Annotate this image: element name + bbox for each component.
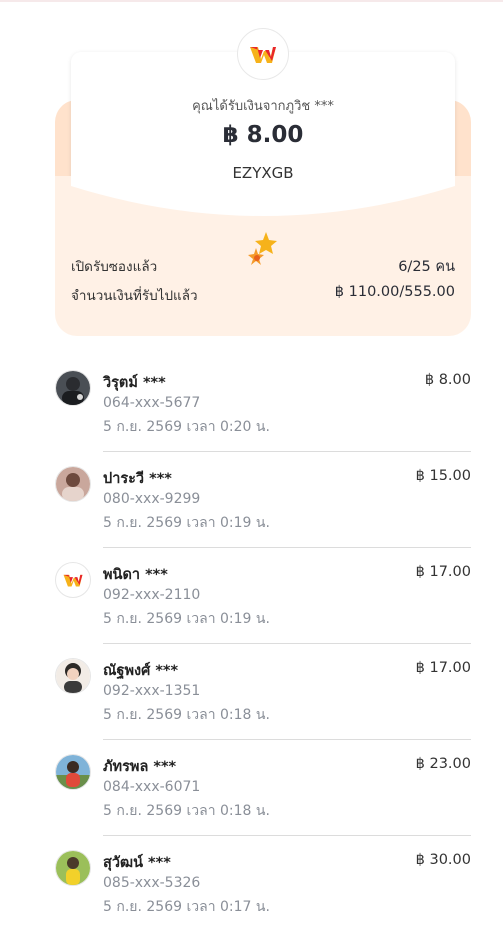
- opened-value: 6/25 คน: [398, 259, 455, 275]
- list-item[interactable]: ปาระวี *** 080-xxx-9299 5 ก.ย. 2569 เวลา…: [55, 452, 471, 548]
- top-border: [0, 0, 503, 2]
- recipient-name: พนิดา ***: [103, 567, 168, 583]
- list-item[interactable]: ณัฐพงศ์ *** 092-xxx-1351 5 ก.ย. 2569 เวล…: [55, 644, 471, 740]
- recipient-time: 5 ก.ย. 2569 เวลา 0:19 น.: [103, 515, 270, 531]
- recipient-amount: ฿ 23.00: [415, 756, 471, 772]
- wallet-logo-icon: [63, 574, 83, 587]
- avatar: [55, 850, 91, 886]
- recipient-time: 5 ก.ย. 2569 เวลา 0:20 น.: [103, 419, 270, 435]
- recipient-phone: 064-xxx-5677: [103, 395, 201, 411]
- received-amount: ฿ 8.00: [222, 122, 304, 148]
- list-item[interactable]: สุวัฒน์ *** 085-xxx-5326 5 ก.ย. 2569 เวล…: [55, 836, 471, 932]
- recipient-amount: ฿ 15.00: [415, 468, 471, 484]
- received-label: จำนวนเงินที่รับไปแล้ว: [71, 288, 198, 304]
- recipient-name: ณัฐพงศ์ ***: [103, 663, 179, 679]
- recipient-name: ภัทรพล ***: [103, 759, 177, 775]
- recipient-time: 5 ก.ย. 2569 เวลา 0:18 น.: [103, 707, 270, 723]
- recipient-time: 5 ก.ย. 2569 เวลา 0:18 น.: [103, 803, 270, 819]
- recipient-phone: 084-xxx-6071: [103, 779, 201, 795]
- recipient-name: ปาระวี ***: [103, 471, 172, 487]
- opened-stat: เปิดรับซองแล้ว 6/25 คน: [71, 255, 455, 278]
- recipient-phone: 092-xxx-2110: [103, 587, 201, 603]
- sender-line: คุณได้รับเงินจากภูวิช ***: [192, 99, 334, 114]
- avatar: [55, 466, 91, 502]
- recipient-name: สุวัฒน์ ***: [103, 855, 171, 871]
- envelope-curve: [55, 176, 471, 236]
- recipient-amount: ฿ 30.00: [415, 852, 471, 868]
- avatar: [55, 754, 91, 790]
- list-item[interactable]: ภัทรพล *** 084-xxx-6071 5 ก.ย. 2569 เวลา…: [55, 740, 471, 836]
- wallet-logo-icon: [250, 47, 276, 63]
- list-item[interactable]: พนิดา *** 092-xxx-2110 5 ก.ย. 2569 เวลา …: [55, 548, 471, 644]
- recipient-amount: ฿ 17.00: [415, 660, 471, 676]
- recipient-list: วิรุตม์ *** 064-xxx-5677 5 ก.ย. 2569 เวล…: [55, 356, 471, 932]
- avatar: [55, 370, 91, 406]
- received-stat: จำนวนเงินที่รับไปแล้ว ฿ 110.00/555.00: [71, 284, 455, 306]
- avatar: [55, 562, 91, 598]
- opened-label: เปิดรับซองแล้ว: [71, 259, 158, 275]
- list-item[interactable]: วิรุตม์ *** 064-xxx-5677 5 ก.ย. 2569 เวล…: [55, 356, 471, 452]
- recipient-phone: 092-xxx-1351: [103, 683, 201, 699]
- envelope-code: EZYXGB: [232, 164, 294, 182]
- recipient-phone: 085-xxx-5326: [103, 875, 201, 891]
- truemoney-logo: [237, 28, 289, 80]
- recipient-amount: ฿ 17.00: [415, 564, 471, 580]
- recipient-phone: 080-xxx-9299: [103, 491, 201, 507]
- avatar: [55, 658, 91, 694]
- recipient-name: วิรุตม์ ***: [103, 375, 166, 391]
- recipient-amount: ฿ 8.00: [424, 372, 471, 388]
- received-value: ฿ 110.00/555.00: [334, 284, 455, 300]
- recipient-time: 5 ก.ย. 2569 เวลา 0:17 น.: [103, 899, 270, 915]
- recipient-time: 5 ก.ย. 2569 เวลา 0:19 น.: [103, 611, 270, 627]
